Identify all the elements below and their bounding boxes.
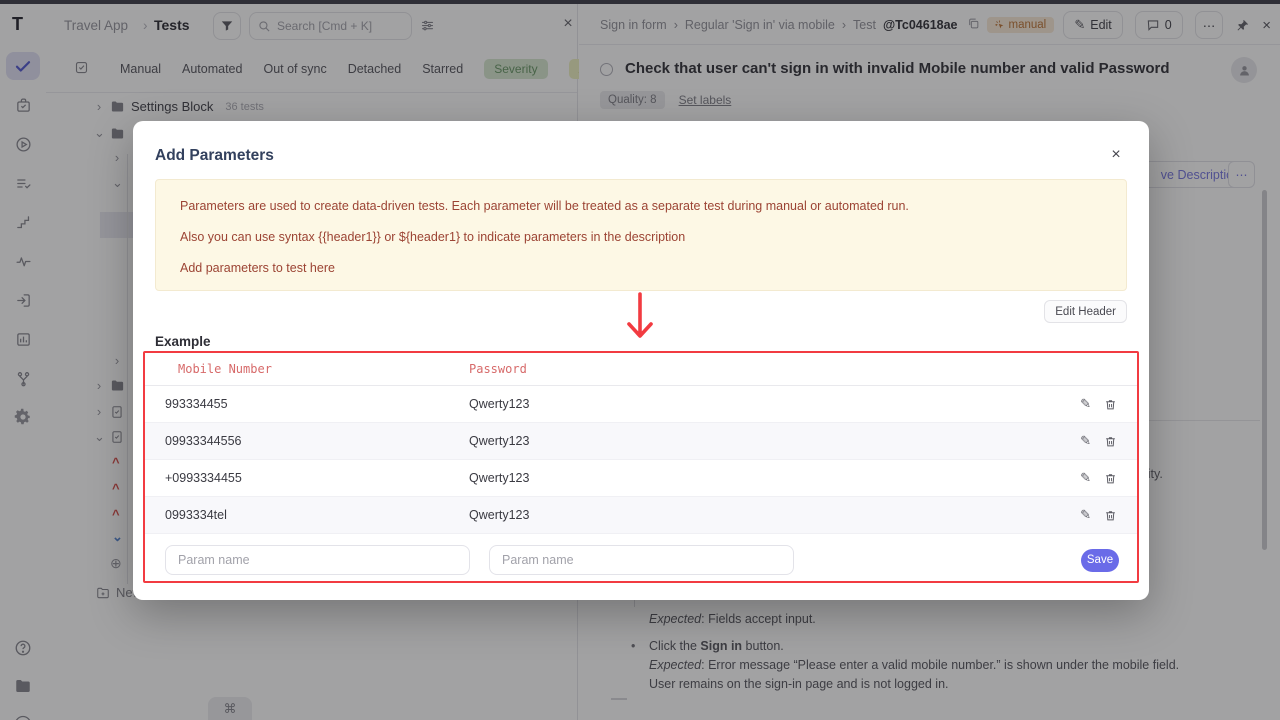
- parameters-table-highlight: Mobile Number Password 993334455 Qwerty1…: [143, 351, 1139, 583]
- modal-close-button[interactable]: ×: [1107, 146, 1125, 164]
- delete-row-icon[interactable]: [1104, 509, 1117, 522]
- edit-row-icon[interactable]: ✎: [1080, 470, 1091, 486]
- cell-password: Qwerty123: [469, 434, 1080, 448]
- table-header-row: Mobile Number Password: [145, 353, 1137, 386]
- example-label: Example: [155, 334, 211, 349]
- param-name-input-2[interactable]: [489, 545, 794, 575]
- cell-mobile-number: +0993334455: [145, 471, 469, 485]
- column-header-mobile-number: Mobile Number: [145, 362, 469, 376]
- table-row: 0993334tel Qwerty123 ✎: [145, 497, 1137, 534]
- add-parameters-modal: Add Parameters × Parameters are used to …: [133, 121, 1149, 600]
- table-row: +0993334455 Qwerty123 ✎: [145, 460, 1137, 497]
- table-row: 09933344556 Qwerty123 ✎: [145, 423, 1137, 460]
- edit-row-icon[interactable]: ✎: [1080, 433, 1091, 449]
- info-box: Parameters are used to create data-drive…: [155, 179, 1127, 291]
- cell-mobile-number: 09933344556: [145, 434, 469, 448]
- table-row: 993334455 Qwerty123 ✎: [145, 386, 1137, 423]
- delete-row-icon[interactable]: [1104, 472, 1117, 485]
- edit-row-icon[interactable]: ✎: [1080, 396, 1091, 412]
- modal-title: Add Parameters: [155, 147, 274, 165]
- cell-password: Qwerty123: [469, 471, 1080, 485]
- save-button[interactable]: Save: [1081, 549, 1119, 572]
- info-line-2: Also you can use syntax {{header1}} or $…: [180, 229, 1102, 245]
- delete-row-icon[interactable]: [1104, 435, 1117, 448]
- edit-header-button[interactable]: Edit Header: [1044, 300, 1127, 323]
- edit-row-icon[interactable]: ✎: [1080, 507, 1091, 523]
- cell-mobile-number: 993334455: [145, 397, 469, 411]
- delete-row-icon[interactable]: [1104, 398, 1117, 411]
- cell-mobile-number: 0993334tel: [145, 508, 469, 522]
- cell-password: Qwerty123: [469, 397, 1080, 411]
- annotation-arrow-down: [625, 291, 655, 347]
- add-parameter-row: Save: [145, 534, 1137, 586]
- cell-password: Qwerty123: [469, 508, 1080, 522]
- param-name-input-1[interactable]: [165, 545, 470, 575]
- info-line-3: Add parameters to test here: [180, 260, 1102, 276]
- info-line-1: Parameters are used to create data-drive…: [180, 198, 1102, 214]
- column-header-password: Password: [469, 362, 1137, 376]
